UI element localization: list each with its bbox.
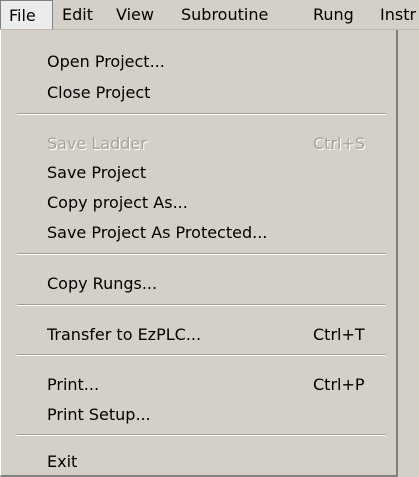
menu-item-label: Save Project bbox=[47, 163, 147, 182]
menu-item-label: Print... bbox=[47, 375, 100, 394]
menu-separator bbox=[17, 354, 386, 356]
menu-item-label: Copy Rungs... bbox=[47, 274, 158, 293]
menu-item-label: Save Project As Protected... bbox=[47, 223, 268, 242]
menu-item-shortcut: Ctrl+S bbox=[313, 134, 366, 153]
menu-separator bbox=[17, 113, 386, 115]
save-project-as-protected-item[interactable]: Save Project As Protected... bbox=[1, 219, 396, 247]
menu-item-label: Copy project As... bbox=[47, 193, 188, 212]
menu-subroutine[interactable]: Subroutine bbox=[181, 0, 268, 29]
menu-rung[interactable]: Rung bbox=[313, 0, 354, 29]
menu-item-label: Open Project... bbox=[47, 52, 165, 71]
file-dropdown-menu: Open Project... Close Project Save Ladde… bbox=[0, 30, 398, 477]
menu-view[interactable]: View bbox=[116, 0, 154, 29]
print-setup-item[interactable]: Print Setup... bbox=[1, 401, 396, 429]
menu-bar: File Edit View Subroutine Rung Instr bbox=[0, 0, 419, 30]
menu-instruction[interactable]: Instr bbox=[380, 0, 416, 29]
open-project-item[interactable]: Open Project... bbox=[1, 48, 396, 76]
menu-item-label: Transfer to EzPLC... bbox=[47, 325, 202, 344]
menu-separator bbox=[17, 253, 386, 255]
menu-item-label: Print Setup... bbox=[47, 405, 151, 424]
menu-separator bbox=[17, 434, 386, 436]
menu-item-label: Close Project bbox=[47, 83, 151, 102]
transfer-to-ezplc-item[interactable]: Transfer to EzPLC... Ctrl+T bbox=[1, 321, 396, 349]
menu-file[interactable]: File bbox=[0, 0, 53, 29]
menu-edit[interactable]: Edit bbox=[62, 0, 93, 29]
save-project-item[interactable]: Save Project bbox=[1, 159, 396, 187]
menu-item-label: Save Ladder bbox=[47, 134, 147, 153]
menu-item-shortcut: Ctrl+P bbox=[313, 375, 365, 394]
exit-item[interactable]: Exit bbox=[1, 448, 396, 476]
copy-rungs-item[interactable]: Copy Rungs... bbox=[1, 270, 396, 298]
copy-project-as-item[interactable]: Copy project As... bbox=[1, 189, 396, 217]
menu-item-shortcut: Ctrl+T bbox=[313, 325, 365, 344]
menu-separator bbox=[17, 304, 386, 306]
close-project-item[interactable]: Close Project bbox=[1, 79, 396, 107]
print-item[interactable]: Print... Ctrl+P bbox=[1, 371, 396, 399]
menu-item-label: Exit bbox=[47, 452, 78, 471]
save-ladder-item: Save Ladder Ctrl+S bbox=[1, 130, 396, 158]
